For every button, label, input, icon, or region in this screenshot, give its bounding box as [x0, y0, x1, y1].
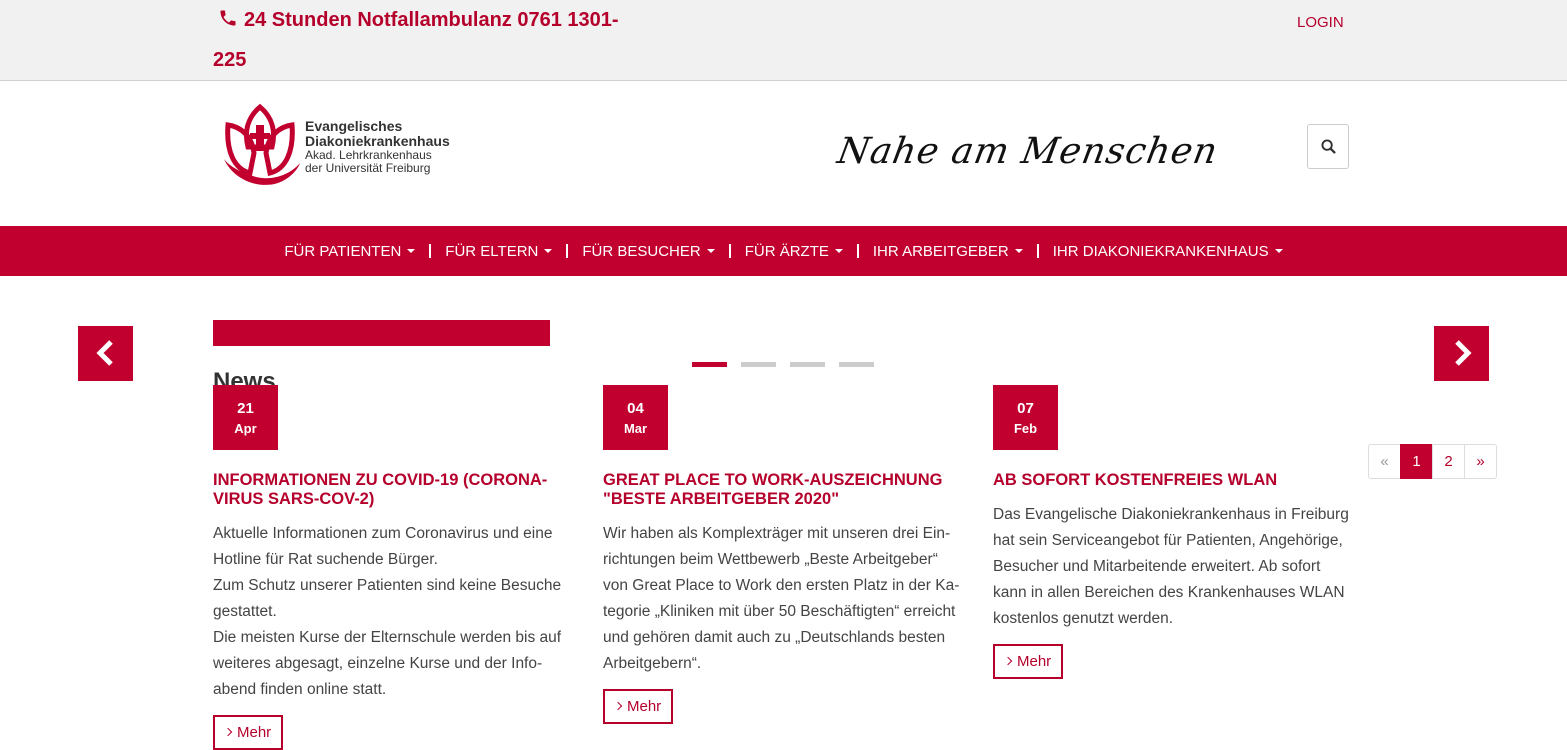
emergency-hotline[interactable]: 24 Stunden Notfallambulanz 0761 1301-225: [213, 0, 633, 80]
caret-down-icon: [407, 249, 416, 253]
more-label: Mehr: [237, 724, 272, 741]
pagination: « 1 2 »: [1368, 444, 1497, 479]
nav-label: IHR DIAKONIEKRANKENHAUS: [1052, 242, 1269, 260]
site-header: Evangelisches Diakoniekrankenhaus Akad. …: [0, 81, 1567, 226]
chevron-right-icon: [1455, 340, 1472, 366]
caret-down-icon: [1274, 249, 1283, 253]
slider-dot-3[interactable]: [790, 362, 825, 367]
news-card-body: Aktuelle Informationen zum Coronavirus u…: [213, 521, 573, 703]
caret-down-icon: [706, 249, 715, 253]
date-month: Apr: [234, 421, 257, 436]
news-card-3: 07 Feb Ab sofort kostenfreies WLAN Das E…: [993, 385, 1353, 679]
date-badge: 21 Apr: [213, 385, 278, 450]
date-badge: 04 Mar: [603, 385, 668, 450]
more-label: Mehr: [1017, 653, 1052, 670]
caret-down-icon: [834, 249, 843, 253]
pagination-prev[interactable]: «: [1368, 444, 1401, 479]
nav-label: FÜR BESUCHER: [582, 242, 701, 260]
pagination-page-2[interactable]: 2: [1432, 444, 1465, 479]
pagination-next[interactable]: »: [1464, 444, 1497, 479]
date-month: Mar: [623, 421, 648, 436]
slider-prev-button[interactable]: [78, 326, 133, 381]
nav-item-arbeitgeber[interactable]: IHR ARBEITGEBER: [859, 243, 1037, 260]
main-navigation: FÜR PATIENTEN FÜR ELTERN FÜR BESUCHER FÜ…: [0, 226, 1567, 276]
search-icon: [1321, 139, 1336, 154]
more-button[interactable]: Mehr: [603, 689, 674, 724]
slider-dots: [692, 362, 874, 367]
news-card-title[interactable]: Informationen zu COVID-19 (Corona-Virus …: [213, 471, 573, 509]
lotus-logo-icon: [224, 103, 300, 185]
nav-item-besucher[interactable]: FÜR BESUCHER: [568, 243, 728, 260]
nav-item-diakoniekrankenhaus[interactable]: IHR DIAKONIEKRANKENHAUS: [1039, 243, 1297, 260]
logo-line-1: Evangelisches: [305, 118, 403, 134]
chevron-right-icon: [1003, 656, 1013, 666]
news-card-body: Das Evangelische Diakoniekrankenhaus in …: [993, 502, 1353, 632]
caret-down-icon: [544, 249, 553, 253]
emergency-text: 24 Stunden Notfallambulanz 0761 1301-225: [213, 9, 619, 71]
news-card-2: 04 Mar Great Place to Work-Auszeichnung …: [603, 385, 963, 724]
news-paragraph: Aktuelle Informationen zum Coronavirus u…: [213, 525, 553, 568]
more-label: Mehr: [627, 698, 662, 715]
news-paragraph: Wir haben als Komplexträger mit unseren …: [603, 525, 960, 672]
news-card-title[interactable]: Ab sofort kostenfreies WLAN: [993, 471, 1353, 490]
phone-icon: [218, 2, 238, 26]
nav-label: IHR ARBEITGEBER: [872, 242, 1009, 260]
logo-line-2: Diakoniekrankenhaus: [305, 132, 450, 149]
caret-down-icon: [1014, 249, 1023, 253]
login-link[interactable]: LOGIN: [1297, 14, 1344, 31]
more-button[interactable]: Mehr: [993, 644, 1064, 679]
date-day: 04: [627, 400, 644, 417]
slider-dot-2[interactable]: [741, 362, 776, 367]
news-paragraph: Die meisten Kurse der Elternschule werde…: [213, 629, 562, 698]
news-card-body: Wir haben als Komplexträger mit unseren …: [603, 521, 963, 677]
news-paragraph: Zum Schutz unserer Patienten sind keine …: [213, 577, 562, 620]
nav-label: FÜR ÄRZTE: [744, 242, 829, 260]
slider-next-button[interactable]: [1434, 326, 1489, 381]
logo[interactable]: Evangelisches Diakoniekrankenhaus Akad. …: [220, 101, 470, 191]
nav-label: FÜR ELTERN: [445, 242, 539, 260]
nav-item-aerzte[interactable]: FÜR ÄRZTE: [731, 243, 857, 260]
chevron-left-icon: [96, 340, 113, 366]
date-day: 07: [1017, 400, 1034, 417]
nav-item-patienten[interactable]: FÜR PATIENTEN: [270, 243, 429, 260]
chevron-right-icon: [223, 727, 233, 737]
logo-text: Evangelisches Diakoniekrankenhaus Akad. …: [305, 119, 450, 175]
slider-dot-4[interactable]: [839, 362, 874, 367]
top-bar: 24 Stunden Notfallambulanz 0761 1301-225…: [0, 0, 1567, 81]
more-button[interactable]: Mehr: [213, 715, 284, 750]
section-accent-bar: [213, 320, 550, 346]
nav-item-eltern[interactable]: FÜR ELTERN: [431, 243, 566, 260]
date-day: 21: [237, 400, 254, 417]
chevron-right-icon: [613, 701, 623, 711]
date-month: Feb: [1013, 421, 1038, 436]
news-card-1: 21 Apr Informationen zu COVID-19 (Corona…: [213, 385, 573, 750]
news-paragraph: Das Evangelische Diakoniekrankenhaus in …: [993, 506, 1349, 627]
logo-line-4: der Universität Freiburg: [305, 160, 431, 175]
pagination-page-1[interactable]: 1: [1400, 444, 1433, 479]
date-badge: 07 Feb: [993, 385, 1058, 450]
news-card-title[interactable]: Great Place to Work-Auszeichnung "Beste …: [603, 471, 963, 509]
nav-label: FÜR PATIENTEN: [284, 242, 402, 260]
search-button[interactable]: [1307, 124, 1349, 169]
slogan: Nahe am Menschen: [834, 131, 1222, 172]
slider-dot-1[interactable]: [692, 362, 727, 367]
